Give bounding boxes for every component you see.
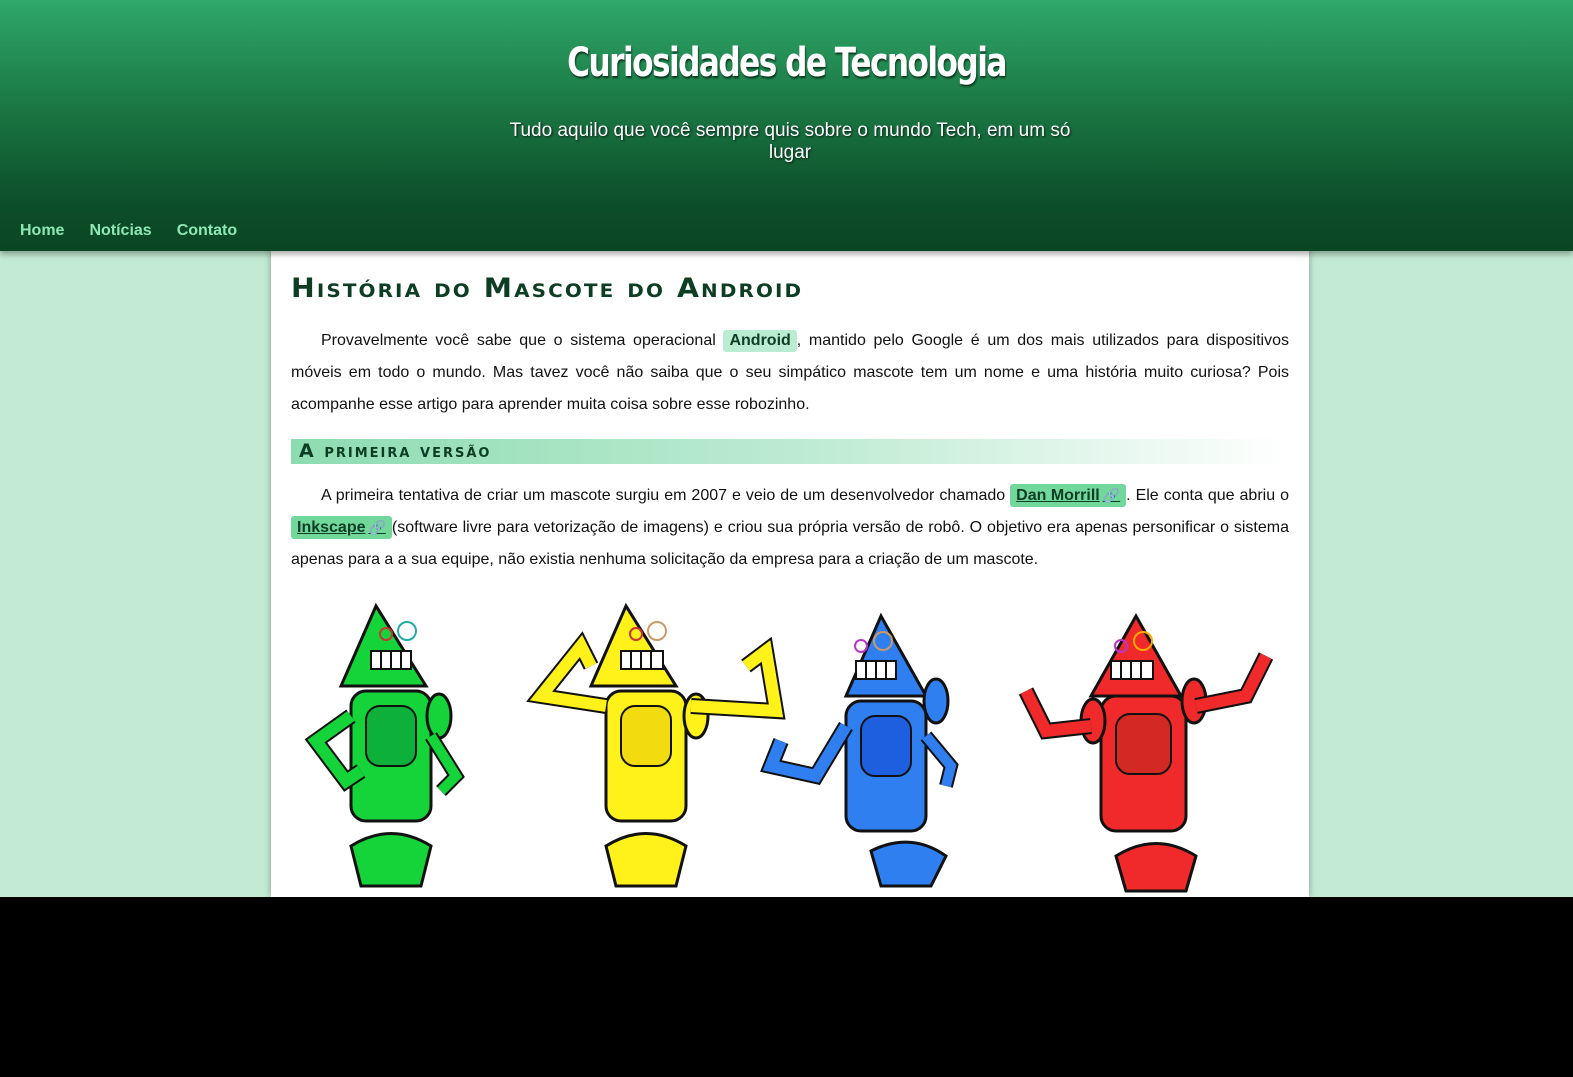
inkscape-link[interactable]: Inkscape 🔗 <box>291 516 392 539</box>
dan-morrill-link-label: Dan Morrill <box>1016 487 1100 504</box>
page: Curiosidades de Tecnologia Tudo aquilo q… <box>0 0 1573 897</box>
article-content: História do Mascote do Android Provavelm… <box>271 251 1309 897</box>
paperclip-icon: 🔗 <box>368 519 386 535</box>
section1-text-before: A primeira tentativa de criar um mascote… <box>321 487 1011 504</box>
nav-contato[interactable]: Contato <box>177 222 237 240</box>
nav-home[interactable]: Home <box>20 222 64 240</box>
red-robot <box>1018 612 1274 893</box>
site-header: Curiosidades de Tecnologia Tudo aquilo q… <box>0 0 1573 251</box>
blue-robot <box>760 612 959 888</box>
dan-morrill-link[interactable]: Dan Morrill 🔗 <box>1010 484 1127 507</box>
intro-text-before: Provavelmente você sabe que o sistema op… <box>321 332 724 349</box>
site-title: Curiosidades de Tecnologia <box>567 40 1007 86</box>
article-title: História do Mascote do Android <box>291 273 804 304</box>
section-title-primeira-versao: A primeira versão <box>291 439 1289 464</box>
paperclip-icon: 🔗 <box>1102 487 1121 503</box>
robot-mascots-image <box>304 602 1274 893</box>
section1-text-after: (software livre para vetorização de imag… <box>291 519 1289 568</box>
inkscape-link-label: Inkscape <box>297 519 366 536</box>
android-tag: Android <box>723 330 797 352</box>
green-robot <box>304 602 465 888</box>
main-nav: Home Notícias Contato <box>20 222 237 240</box>
section1-text-middle: . Ele conta que abriu o <box>1126 487 1289 504</box>
empty-viewport-area <box>0 897 1573 1077</box>
yellow-robot <box>526 602 786 888</box>
site-subtitle: Tudo aquilo que você sempre quis sobre o… <box>509 120 1071 163</box>
nav-noticias[interactable]: Notícias <box>89 222 151 240</box>
intro-paragraph: Provavelmente você sabe que o sistema op… <box>291 325 1289 421</box>
section1-paragraph: A primeira tentativa de criar um mascote… <box>291 480 1289 576</box>
